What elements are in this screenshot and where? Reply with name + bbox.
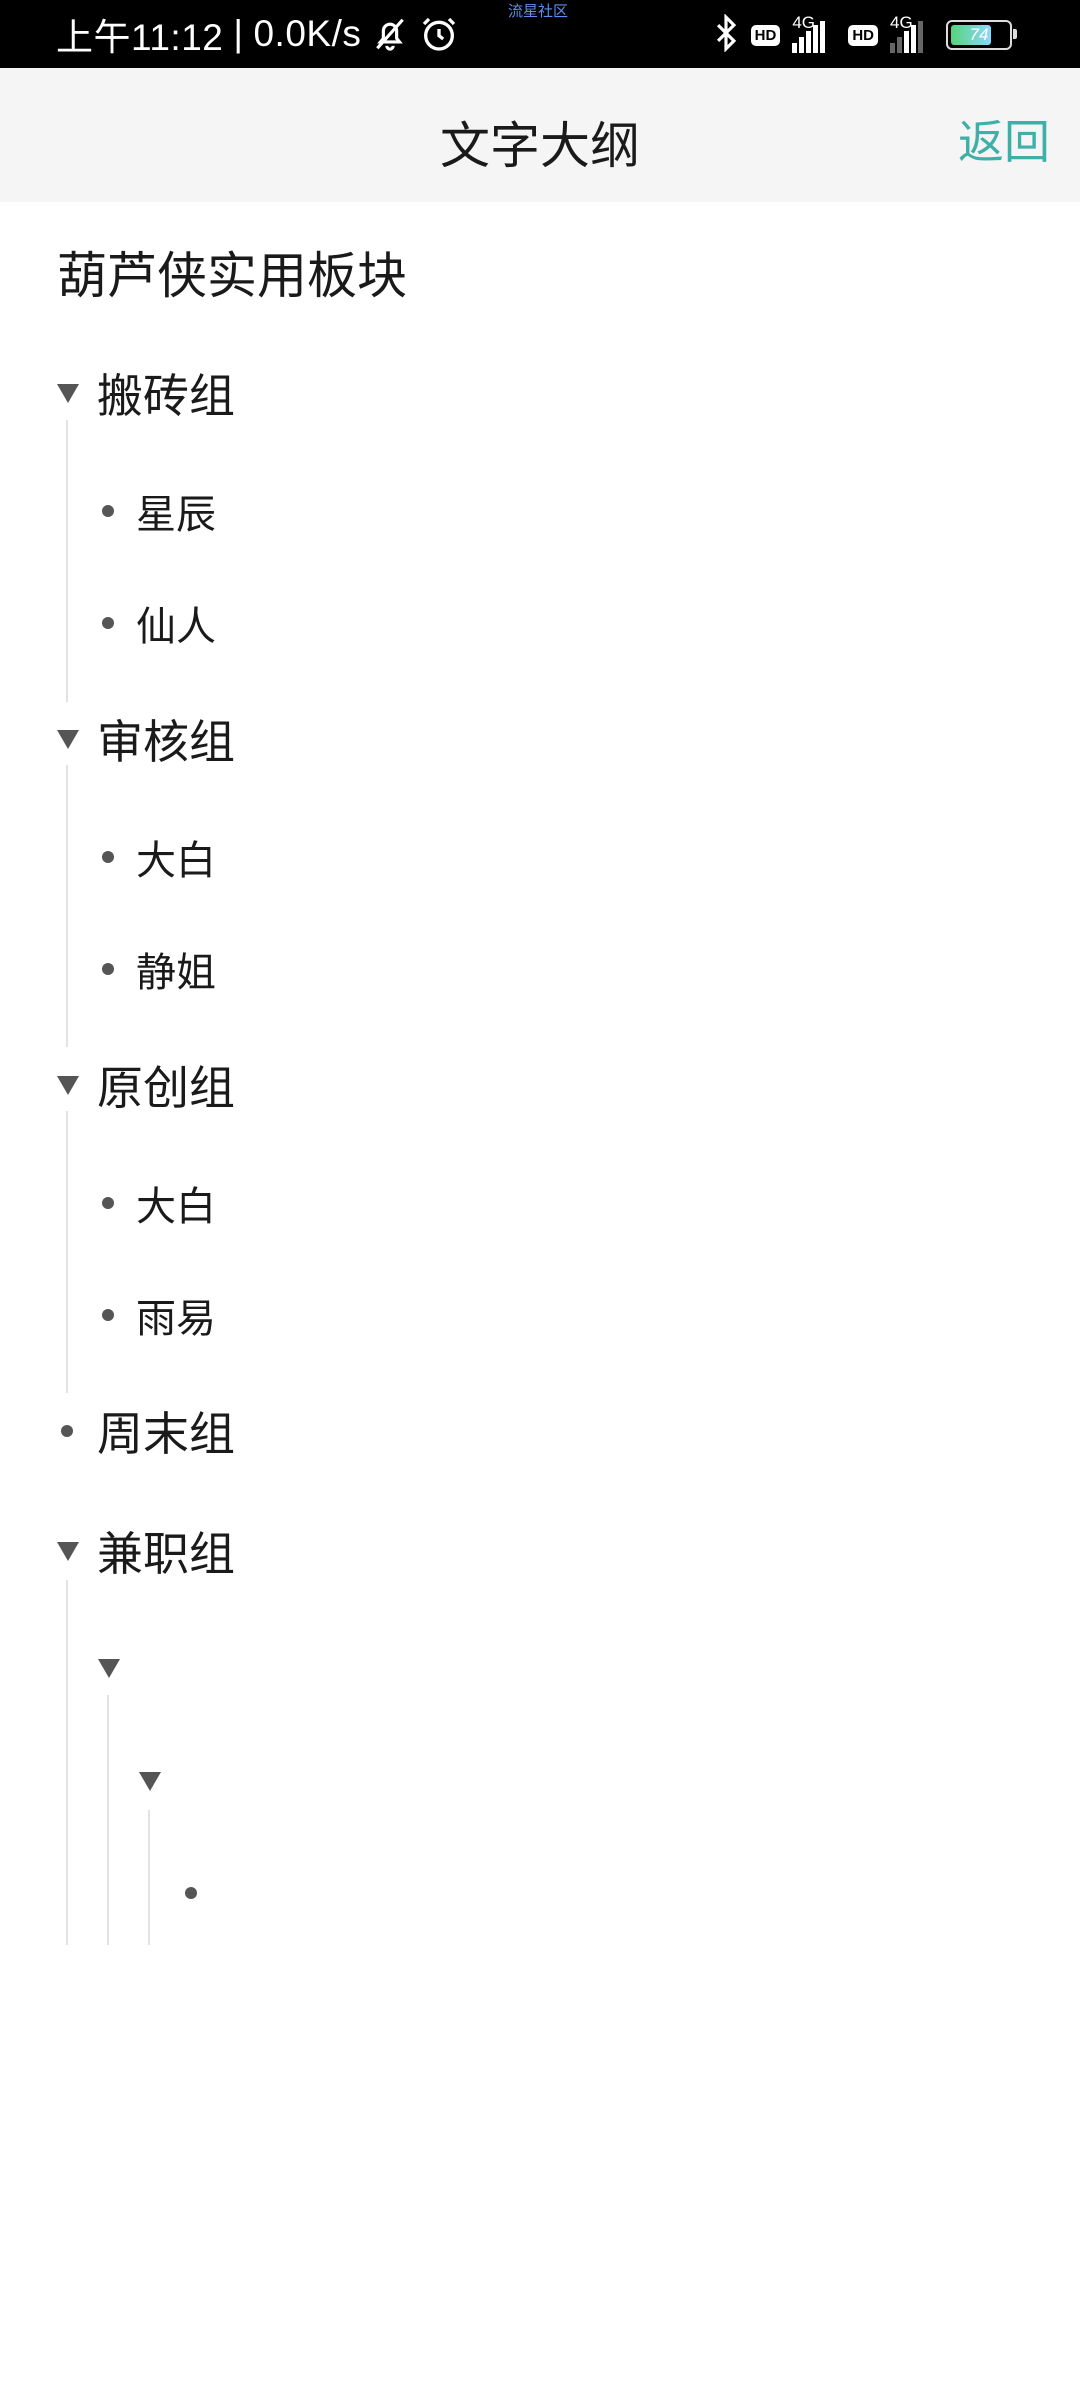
bluetooth-icon — [713, 13, 739, 56]
bullet-icon — [102, 617, 114, 629]
hd-badge-2: HD — [848, 24, 878, 46]
status-left: 上午11:12 | 0.0K/s — [56, 8, 459, 60]
item-label: 雨易 — [136, 1296, 216, 1342]
back-button[interactable]: 返回 — [958, 106, 1050, 172]
outline-item[interactable]: 仙人 — [102, 594, 216, 652]
collapse-triangle-icon[interactable] — [139, 1771, 161, 1791]
bullet-icon — [185, 1887, 197, 1899]
collapse-triangle-icon[interactable] — [57, 1075, 79, 1095]
outline-item[interactable]: 大白 — [102, 828, 216, 886]
outline-guide-line — [107, 1695, 109, 1945]
bullet-icon — [102, 505, 114, 517]
bullet-icon — [102, 1197, 114, 1209]
empty-subgroup[interactable] — [98, 1658, 120, 1678]
group-label: 审核组 — [97, 715, 235, 769]
outline-group[interactable]: 周末组 — [61, 1398, 235, 1464]
group-label: 原创组 — [97, 1061, 235, 1115]
group-label: 搬砖组 — [97, 369, 235, 423]
status-bar: 上午11:12 | 0.0K/s 流星社区 HD 4G HD 4G 74 — [0, 0, 1080, 68]
collapse-triangle-icon[interactable] — [57, 729, 79, 749]
bullet-icon — [61, 1425, 73, 1437]
net-type-2: 4G — [890, 13, 913, 32]
item-label: 大白 — [136, 838, 216, 884]
item-label: 星辰 — [136, 492, 216, 538]
bullet-icon — [102, 851, 114, 863]
item-label: 大白 — [136, 1184, 216, 1230]
nav-bar: 文字大纲 返回 — [0, 68, 1080, 202]
signal-icon: 4G — [792, 13, 836, 53]
group-label: 兼职组 — [97, 1527, 235, 1581]
bullet-icon — [102, 963, 114, 975]
outline-guide-line — [148, 1810, 150, 1945]
item-label: 仙人 — [136, 604, 216, 650]
alarm-icon — [419, 14, 459, 54]
collapse-triangle-icon[interactable] — [57, 1541, 79, 1561]
group-label: 周末组 — [97, 1407, 235, 1461]
net-type-1: 4G — [792, 13, 816, 32]
empty-subgroup[interactable] — [139, 1771, 161, 1791]
outline-guide-line — [66, 1580, 68, 1945]
battery-icon: 74 — [946, 20, 1017, 50]
signal-icon-2: 4G — [890, 13, 934, 53]
status-time: 上午11:12 — [56, 17, 224, 58]
outline-group[interactable]: 审核组 — [57, 706, 235, 772]
collapse-triangle-icon[interactable] — [57, 383, 79, 403]
status-net-speed: 0.0K/s — [253, 13, 362, 54]
page-title: 文字大纲 — [440, 117, 640, 175]
outline-item[interactable]: 大白 — [102, 1174, 216, 1232]
empty-item[interactable] — [185, 1887, 197, 1899]
battery-level: 74 — [969, 25, 989, 44]
bell-muted-icon — [371, 15, 409, 53]
outline-title: 葫芦侠实用板块 — [57, 247, 407, 305]
outline-guide-line — [66, 420, 68, 702]
status-right: HD 4G HD 4G 74 — [713, 10, 1017, 60]
outline-guide-line — [66, 765, 68, 1047]
outline-group[interactable]: 搬砖组 — [57, 360, 235, 426]
outline-guide-line — [66, 1111, 68, 1393]
outline-item[interactable]: 静姐 — [102, 940, 216, 998]
hd-badge-1: HD — [750, 24, 781, 46]
outline-group[interactable]: 原创组 — [57, 1052, 235, 1118]
collapse-triangle-icon[interactable] — [98, 1658, 120, 1678]
status-center-label: 流星社区 — [508, 2, 569, 20]
outline-item[interactable]: 雨易 — [102, 1286, 216, 1344]
outline-group[interactable]: 兼职组 — [57, 1518, 235, 1584]
outline-item[interactable]: 星辰 — [102, 482, 216, 540]
status-separator: | — [233, 13, 244, 54]
bullet-icon — [102, 1309, 114, 1321]
item-label: 静姐 — [136, 950, 216, 996]
